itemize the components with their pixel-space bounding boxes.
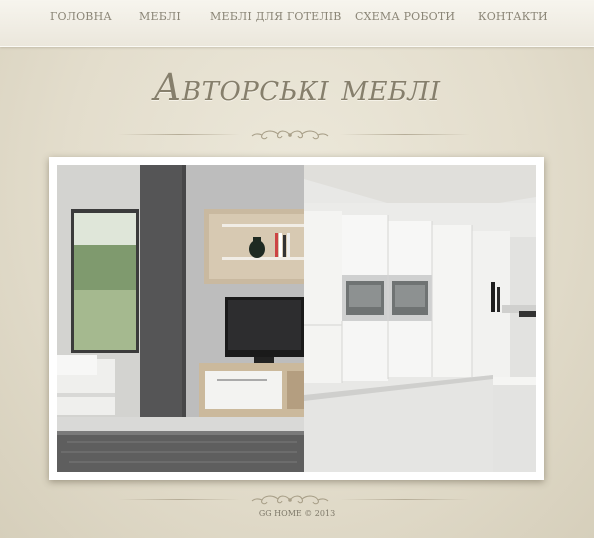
nav-item-contacts[interactable]: КОНТАКТИ [478,10,548,23]
top-navigation: ГОЛОВНА МЕБЛІ МЕБЛІ ДЛЯ ГОТЕЛІВ СХЕМА РО… [0,0,594,47]
hero-image-frame [49,157,544,480]
footer-copyright: GG HOME © 2013 [258,509,336,518]
nav-item-home[interactable]: ГОЛОВНА [50,10,112,23]
nav-item-furniture[interactable]: МЕБЛІ [139,10,181,23]
hero-image [57,165,536,472]
nav-item-work-scheme[interactable]: СХЕМА РОБОТИ [355,10,455,23]
site-title: Авторські меблі [153,66,441,109]
footer-divider [0,493,594,507]
nav-item-hotel-furniture[interactable]: МЕБЛІ ДЛЯ ГОТЕЛІВ [210,10,342,23]
title-divider [0,128,594,142]
ornament-icon [251,495,329,505]
ornament-icon [251,130,329,140]
